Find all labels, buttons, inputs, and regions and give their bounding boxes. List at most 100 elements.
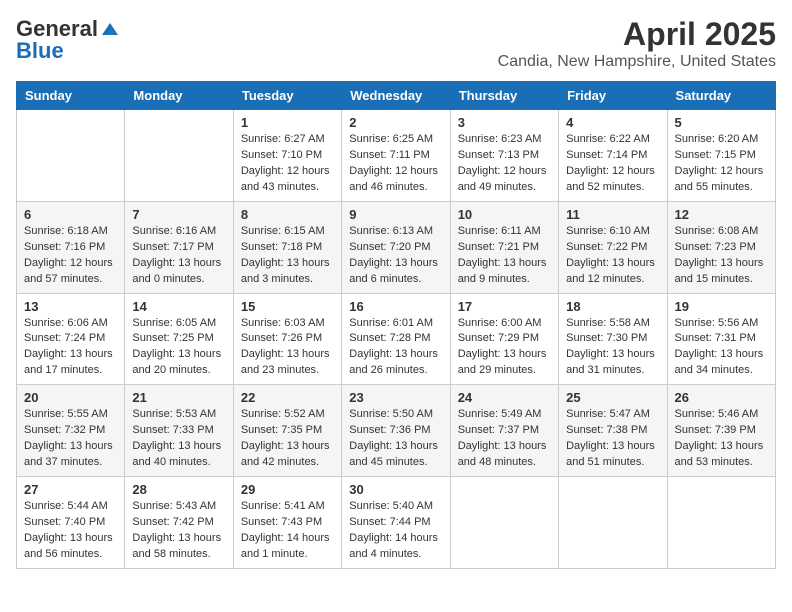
cell-line: Sunset: 7:39 PM (675, 423, 768, 439)
cell-line: Sunset: 7:40 PM (24, 515, 117, 531)
calendar-cell: 7Sunrise: 6:16 AMSunset: 7:17 PMDaylight… (125, 201, 233, 293)
calendar-cell: 23Sunrise: 5:50 AMSunset: 7:36 PMDayligh… (342, 385, 450, 477)
cell-line: Sunset: 7:36 PM (349, 423, 442, 439)
calendar-cell: 9Sunrise: 6:13 AMSunset: 7:20 PMDaylight… (342, 201, 450, 293)
cell-line: Daylight: 13 hours and 23 minutes. (241, 347, 334, 379)
cell-line: Sunset: 7:31 PM (675, 331, 768, 347)
cell-content: Sunrise: 6:27 AMSunset: 7:10 PMDaylight:… (241, 132, 334, 196)
cell-line: Sunrise: 6:01 AM (349, 316, 442, 332)
cell-line: Sunset: 7:38 PM (566, 423, 659, 439)
calendar-cell: 3 Sunrise: 6:23 AMSunset: 7:13 PMDaylight… (450, 110, 558, 202)
page-subtitle: Candia, New Hampshire, United States (498, 53, 776, 71)
calendar-cell: 17Sunrise: 6:00 AMSunset: 7:29 PMDayligh… (450, 293, 558, 385)
logo-icon (100, 21, 120, 37)
cell-line: Sunrise: 6:08 AM (675, 224, 768, 240)
cell-content: Sunrise: 6:08 AMSunset: 7:23 PMDaylight:… (675, 224, 768, 288)
calendar-cell: 22Sunrise: 5:52 AMSunset: 7:35 PMDayligh… (233, 385, 341, 477)
calendar-cell: 1Sunrise: 6:27 AMSunset: 7:10 PMDaylight… (233, 110, 341, 202)
calendar-cell: 20 Sunrise: 5:55 AMSunset: 7:32 PMDayligh… (17, 385, 125, 477)
cell-line: Daylight: 13 hours and 51 minutes. (566, 439, 659, 471)
cell-line: Sunset: 7:43 PM (241, 515, 334, 531)
day-number: 12 (675, 207, 768, 222)
cell-content: Sunrise: 6:18 AMSunset: 7:16 PMDaylight:… (24, 224, 117, 288)
calendar-cell: 12 Sunrise: 6:08 AMSunset: 7:23 PMDayligh… (667, 201, 775, 293)
cell-line: Sunset: 7:25 PM (132, 331, 225, 347)
calendar-cell: 15Sunrise: 6:03 AMSunset: 7:26 PMDayligh… (233, 293, 341, 385)
weekday-header: Saturday (667, 82, 775, 110)
weekday-header: Friday (559, 82, 667, 110)
cell-content: Sunrise: 6:22 AMSunset: 7:14 PMDaylight:… (566, 132, 659, 196)
day-number: 7 (132, 207, 225, 222)
cell-content: Sunrise: 5:49 AMSunset: 7:37 PMDaylight:… (458, 407, 551, 471)
weekday-header: Tuesday (233, 82, 341, 110)
calendar-cell: 11Sunrise: 6:10 AMSunset: 7:22 PMDayligh… (559, 201, 667, 293)
cell-line: Daylight: 13 hours and 53 minutes. (675, 439, 768, 471)
cell-line: Daylight: 13 hours and 12 minutes. (566, 256, 659, 288)
cell-content: Sunrise: 6:05 AMSunset: 7:25 PMDaylight:… (132, 316, 225, 380)
calendar-week-row: 1Sunrise: 6:27 AMSunset: 7:10 PMDaylight… (17, 110, 776, 202)
cell-line: Daylight: 13 hours and 31 minutes. (566, 347, 659, 379)
cell-line: Daylight: 13 hours and 0 minutes. (132, 256, 225, 288)
cell-line: Sunrise: 6:15 AM (241, 224, 334, 240)
cell-line: Sunset: 7:32 PM (24, 423, 117, 439)
day-number: 8 (241, 207, 334, 222)
calendar-cell (559, 477, 667, 569)
cell-line: Sunset: 7:17 PM (132, 240, 225, 256)
cell-line: Sunrise: 5:58 AM (566, 316, 659, 332)
calendar-cell: 26 Sunrise: 5:46 AMSunset: 7:39 PMDayligh… (667, 385, 775, 477)
cell-line: Sunrise: 5:40 AM (349, 499, 442, 515)
cell-line: Daylight: 14 hours and 4 minutes. (349, 531, 442, 563)
calendar-cell (667, 477, 775, 569)
day-number: 3 (458, 115, 551, 130)
cell-line: Sunrise: 5:46 AM (675, 407, 768, 423)
cell-line: Daylight: 12 hours and 52 minutes. (566, 164, 659, 196)
day-number: 28 (132, 482, 225, 497)
calendar-cell (125, 110, 233, 202)
page-header: General Blue April 2025 Candia, New Hamp… (16, 16, 776, 71)
day-number: 20 (24, 390, 117, 405)
cell-line: Sunset: 7:44 PM (349, 515, 442, 531)
calendar-week-row: 27Sunrise: 5:44 AMSunset: 7:40 PMDayligh… (17, 477, 776, 569)
cell-content: Sunrise: 5:43 AMSunset: 7:42 PMDaylight:… (132, 499, 225, 563)
cell-content: Sunrise: 6:23 AMSunset: 7:13 PMDaylight:… (458, 132, 551, 196)
cell-line: Daylight: 12 hours and 46 minutes. (349, 164, 442, 196)
weekday-header: Thursday (450, 82, 558, 110)
cell-content: Sunrise: 5:52 AMSunset: 7:35 PMDaylight:… (241, 407, 334, 471)
cell-content: Sunrise: 5:55 AMSunset: 7:32 PMDaylight:… (24, 407, 117, 471)
day-number: 19 (675, 299, 768, 314)
cell-line: Daylight: 13 hours and 48 minutes. (458, 439, 551, 471)
cell-content: Sunrise: 5:47 AMSunset: 7:38 PMDaylight:… (566, 407, 659, 471)
cell-content: Sunrise: 5:50 AMSunset: 7:36 PMDaylight:… (349, 407, 442, 471)
cell-line: Sunset: 7:29 PM (458, 331, 551, 347)
calendar-cell: 14 Sunrise: 6:05 AMSunset: 7:25 PMDayligh… (125, 293, 233, 385)
cell-content: Sunrise: 5:40 AMSunset: 7:44 PMDaylight:… (349, 499, 442, 563)
day-number: 26 (675, 390, 768, 405)
calendar-cell: 8 Sunrise: 6:15 AMSunset: 7:18 PMDaylight… (233, 201, 341, 293)
calendar-table: SundayMondayTuesdayWednesdayThursdayFrid… (16, 81, 776, 569)
calendar-cell: 2Sunrise: 6:25 AMSunset: 7:11 PMDaylight… (342, 110, 450, 202)
cell-content: Sunrise: 5:53 AMSunset: 7:33 PMDaylight:… (132, 407, 225, 471)
logo: General Blue (16, 16, 120, 64)
cell-line: Daylight: 13 hours and 45 minutes. (349, 439, 442, 471)
day-number: 25 (566, 390, 659, 405)
day-number: 27 (24, 482, 117, 497)
cell-line: Daylight: 13 hours and 58 minutes. (132, 531, 225, 563)
cell-content: Sunrise: 6:15 AMSunset: 7:18 PMDaylight:… (241, 224, 334, 288)
day-number: 4 (566, 115, 659, 130)
cell-line: Sunset: 7:20 PM (349, 240, 442, 256)
calendar-week-row: 6Sunrise: 6:18 AMSunset: 7:16 PMDaylight… (17, 201, 776, 293)
calendar-header-row: SundayMondayTuesdayWednesdayThursdayFrid… (17, 82, 776, 110)
calendar-cell: 19 Sunrise: 5:56 AMSunset: 7:31 PMDayligh… (667, 293, 775, 385)
calendar-cell: 25 Sunrise: 5:47 AMSunset: 7:38 PMDayligh… (559, 385, 667, 477)
cell-line: Sunrise: 6:03 AM (241, 316, 334, 332)
cell-line: Sunrise: 6:27 AM (241, 132, 334, 148)
day-number: 13 (24, 299, 117, 314)
day-number: 15 (241, 299, 334, 314)
day-number: 14 (132, 299, 225, 314)
day-number: 18 (566, 299, 659, 314)
cell-line: Sunrise: 6:18 AM (24, 224, 117, 240)
cell-content: Sunrise: 6:06 AMSunset: 7:24 PMDaylight:… (24, 316, 117, 380)
cell-line: Daylight: 13 hours and 9 minutes. (458, 256, 551, 288)
cell-content: Sunrise: 6:20 AMSunset: 7:15 PMDaylight:… (675, 132, 768, 196)
cell-content: Sunrise: 5:56 AMSunset: 7:31 PMDaylight:… (675, 316, 768, 380)
